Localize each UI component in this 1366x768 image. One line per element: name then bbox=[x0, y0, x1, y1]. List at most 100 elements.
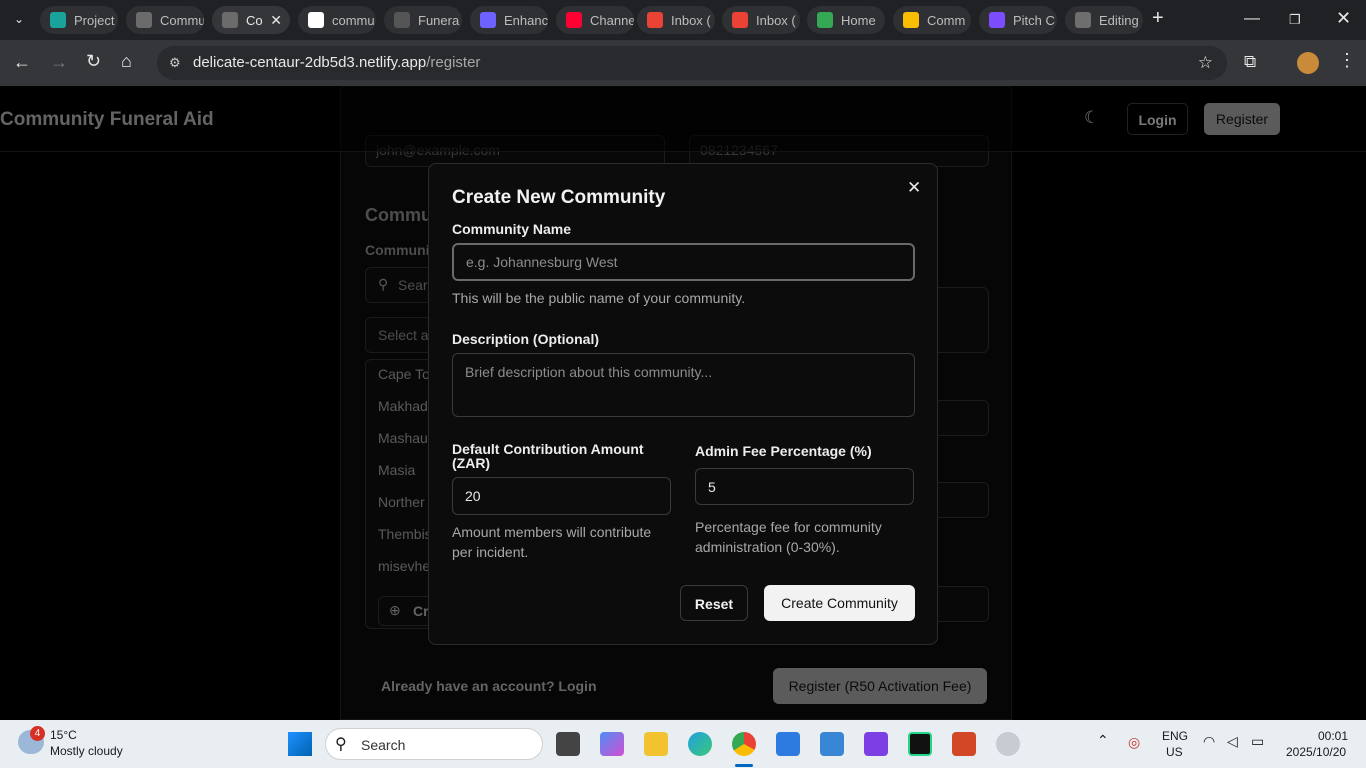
pycharm-icon[interactable] bbox=[908, 732, 932, 756]
browser-tab[interactable]: Editing bbox=[1065, 6, 1143, 34]
tab-favicon-icon bbox=[394, 12, 410, 28]
browser-tab[interactable]: Inbox ( bbox=[637, 6, 715, 34]
create-community-dialog: Create New Community ✕ Community Name Th… bbox=[428, 163, 938, 645]
app-icon[interactable] bbox=[996, 732, 1020, 756]
admin-fee-label: Admin Fee Percentage (%) bbox=[695, 443, 872, 459]
file-explorer-icon[interactable] bbox=[644, 732, 668, 756]
dialog-title: Create New Community bbox=[452, 187, 666, 208]
tab-label: Home bbox=[841, 12, 876, 28]
browser-toolbar: ← → ↻ ⌂ ⚙ delicate-centaur-2db5d3.netlif… bbox=[0, 40, 1366, 86]
start-windows-icon[interactable] bbox=[288, 732, 312, 756]
lang-top[interactable]: ENG bbox=[1162, 729, 1188, 743]
tab-label: Funera bbox=[418, 12, 460, 28]
restore-icon[interactable]: ❐ bbox=[1289, 12, 1301, 28]
tab-favicon-icon bbox=[647, 12, 663, 28]
community-name-help: This will be the public name of your com… bbox=[452, 290, 746, 306]
tab-close-icon[interactable]: ✕ bbox=[270, 12, 282, 29]
weather-desc: Mostly cloudy bbox=[50, 744, 123, 758]
volume-icon[interactable]: ◁ bbox=[1227, 733, 1238, 750]
tab-label: Pitch C bbox=[1013, 12, 1055, 28]
tab-favicon-icon bbox=[222, 12, 238, 28]
browser-tab[interactable]: commu bbox=[298, 6, 376, 34]
lang-bottom[interactable]: US bbox=[1166, 745, 1183, 759]
windows-taskbar: 4 15°C Mostly cloudy ⚲ Search ⌃ ◎ ENG US… bbox=[0, 720, 1366, 768]
search-icon: ⚲ bbox=[335, 736, 347, 753]
bookmark-star-icon[interactable]: ☆ bbox=[1198, 46, 1213, 80]
clock-time[interactable]: 00:01 bbox=[1318, 729, 1348, 743]
tab-label: Inbox ( bbox=[671, 12, 711, 28]
browser-tab[interactable]: Funera bbox=[384, 6, 462, 34]
tab-label: commu bbox=[332, 12, 375, 28]
tab-search-chevron-icon[interactable]: ⌄ bbox=[14, 12, 24, 26]
edge-icon[interactable] bbox=[688, 732, 712, 756]
close-icon[interactable]: ✕ bbox=[907, 178, 921, 198]
forward-icon[interactable]: → bbox=[50, 52, 68, 73]
reset-button[interactable]: Reset bbox=[680, 585, 748, 621]
powerpoint-icon[interactable] bbox=[952, 732, 976, 756]
contribution-help: Amount members will contribute per incid… bbox=[452, 524, 652, 560]
tab-label: Channe bbox=[590, 12, 634, 28]
contribution-label: Default Contribution Amount (ZAR) bbox=[452, 441, 644, 471]
tab-favicon-icon bbox=[566, 12, 582, 28]
create-community-submit-button[interactable]: Create Community bbox=[764, 585, 915, 621]
tab-favicon-icon bbox=[308, 12, 324, 28]
browser-menu-icon[interactable]: ⋮ bbox=[1338, 50, 1356, 71]
tab-label: Co bbox=[246, 12, 263, 28]
reload-icon[interactable]: ↻ bbox=[86, 51, 101, 72]
tab-favicon-icon bbox=[480, 12, 496, 28]
tab-favicon-icon bbox=[989, 12, 1005, 28]
clipchamp-icon[interactable] bbox=[864, 732, 888, 756]
site-info-icon[interactable]: ⚙ bbox=[169, 46, 181, 80]
contribution-input[interactable] bbox=[452, 477, 671, 515]
browser-tab[interactable]: Inbox ( bbox=[722, 6, 800, 34]
url-domain: delicate-centaur-2db5d3.netlify.app bbox=[193, 54, 427, 71]
wifi-icon[interactable]: ◠ bbox=[1203, 733, 1215, 750]
weather-temp: 15°C bbox=[50, 728, 77, 742]
community-name-input[interactable] bbox=[452, 243, 915, 281]
taskbar-search-label: Search bbox=[361, 737, 406, 753]
profile-avatar[interactable] bbox=[1297, 52, 1319, 74]
photos-icon[interactable] bbox=[820, 732, 844, 756]
address-bar[interactable]: ⚙ delicate-centaur-2db5d3.netlify.app/re… bbox=[157, 46, 1227, 80]
tab-label: Project bbox=[74, 12, 115, 28]
home-icon[interactable]: ⌂ bbox=[121, 51, 132, 72]
browser-tab[interactable]: Pitch C bbox=[979, 6, 1057, 34]
extensions-icon[interactable]: ⧉ bbox=[1244, 52, 1256, 72]
new-tab-icon[interactable]: + bbox=[1152, 7, 1164, 30]
tab-favicon-icon bbox=[136, 12, 152, 28]
task-view-icon[interactable] bbox=[556, 732, 580, 756]
taskbar-search-box[interactable]: ⚲ Search bbox=[325, 728, 543, 760]
tab-favicon-icon bbox=[732, 12, 748, 28]
admin-fee-help: Percentage fee for community administrat… bbox=[695, 519, 882, 555]
browser-tab[interactable]: Commu bbox=[126, 6, 204, 34]
tray-chevron-icon[interactable]: ⌃ bbox=[1097, 732, 1109, 749]
browser-tab[interactable]: Comm bbox=[893, 6, 971, 34]
browser-tab[interactable]: Co ✕ bbox=[212, 6, 290, 34]
minimize-icon[interactable]: — bbox=[1244, 10, 1260, 28]
close-window-icon[interactable]: ✕ bbox=[1336, 8, 1351, 29]
weather-badge: 4 bbox=[30, 726, 45, 741]
browser-tab[interactable]: Enhanc bbox=[470, 6, 548, 34]
tab-label: Enhanc bbox=[504, 12, 548, 28]
tray-app-icon[interactable]: ◎ bbox=[1128, 734, 1140, 751]
tab-label: Comm bbox=[927, 12, 966, 28]
tab-favicon-icon bbox=[50, 12, 66, 28]
description-textarea[interactable] bbox=[452, 353, 915, 417]
browser-tab[interactable]: Channe bbox=[556, 6, 634, 34]
battery-icon[interactable]: ▭ bbox=[1251, 733, 1264, 750]
copilot-icon[interactable] bbox=[600, 732, 624, 756]
url-path: /register bbox=[426, 54, 481, 71]
tab-favicon-icon bbox=[1075, 12, 1091, 28]
snipping-tool-icon[interactable] bbox=[776, 732, 800, 756]
tab-label: Editing bbox=[1099, 12, 1139, 28]
tab-favicon-icon bbox=[817, 12, 833, 28]
browser-tab[interactable]: Project bbox=[40, 6, 118, 34]
browser-tab-bar: ⌄ Project Commu Co ✕ commu Funera Enhanc Channe… bbox=[0, 0, 1366, 40]
admin-fee-input[interactable] bbox=[695, 468, 914, 505]
tab-label: Inbox ( bbox=[756, 12, 796, 28]
back-icon[interactable]: ← bbox=[13, 52, 31, 73]
tab-favicon-icon bbox=[903, 12, 919, 28]
chrome-icon[interactable] bbox=[732, 732, 756, 756]
clock-date[interactable]: 2025/10/20 bbox=[1286, 745, 1346, 759]
browser-tab[interactable]: Home bbox=[807, 6, 885, 34]
